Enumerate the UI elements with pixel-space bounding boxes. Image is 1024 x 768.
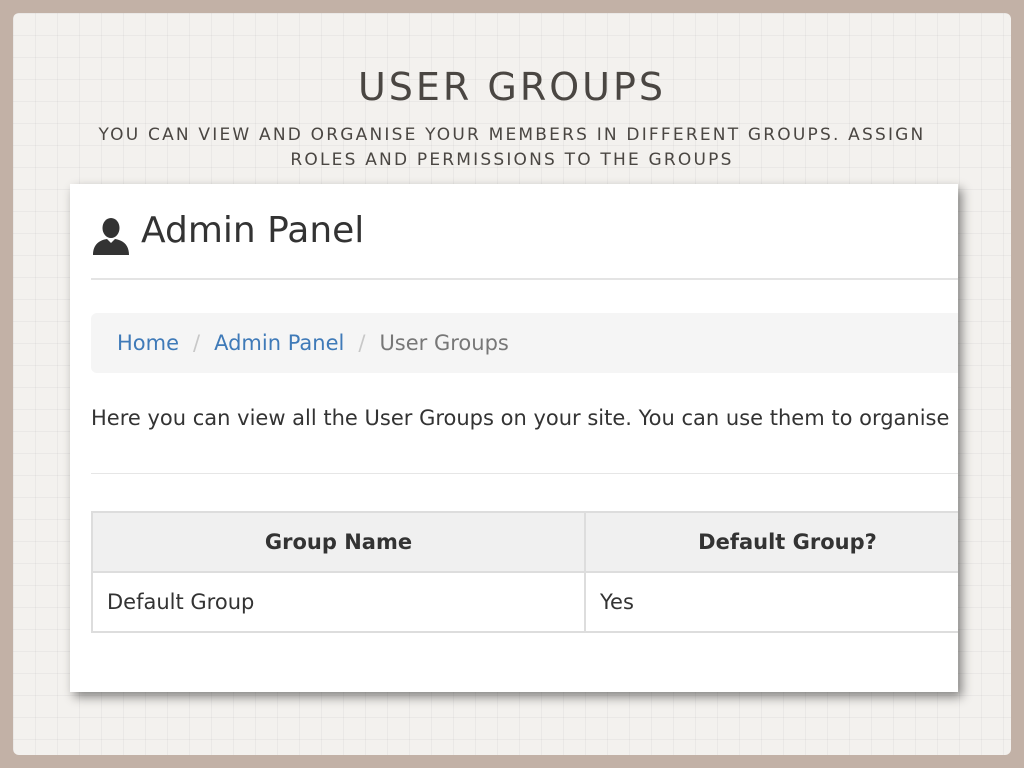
default-group-cell: Yes xyxy=(584,571,958,633)
breadcrumb-separator: / xyxy=(193,331,201,355)
breadcrumb: Home / Admin Panel / User Groups xyxy=(91,313,958,373)
page-description: Here you can view all the User Groups on… xyxy=(91,406,950,430)
panel-header: Admin Panel xyxy=(91,210,958,280)
user-groups-table: Group Name Default Group? Default Group … xyxy=(91,511,958,633)
column-header-group-name: Group Name xyxy=(91,511,586,573)
table-header-row: Group Name Default Group? xyxy=(91,511,958,573)
group-name-cell: Default Group xyxy=(91,571,586,633)
slide-title: USER GROUPS xyxy=(357,65,667,109)
breadcrumb-current: User Groups xyxy=(379,331,509,355)
breadcrumb-separator: / xyxy=(358,331,366,355)
slide-canvas: USER GROUPS YOU CAN VIEW AND ORGANISE YO… xyxy=(13,13,1011,755)
slide-subtitle: YOU CAN VIEW AND ORGANISE YOUR MEMBERS I… xyxy=(98,125,926,170)
breadcrumb-admin-panel-link[interactable]: Admin Panel xyxy=(214,331,344,355)
table-row[interactable]: Default Group Yes xyxy=(91,571,958,633)
user-icon xyxy=(93,218,129,255)
divider xyxy=(91,473,958,474)
admin-panel-screenshot: Admin Panel Home / Admin Panel / User Gr… xyxy=(70,184,958,692)
breadcrumb-home-link[interactable]: Home xyxy=(117,331,179,355)
column-header-default-group: Default Group? xyxy=(584,511,958,573)
page-title: Admin Panel xyxy=(141,210,365,251)
